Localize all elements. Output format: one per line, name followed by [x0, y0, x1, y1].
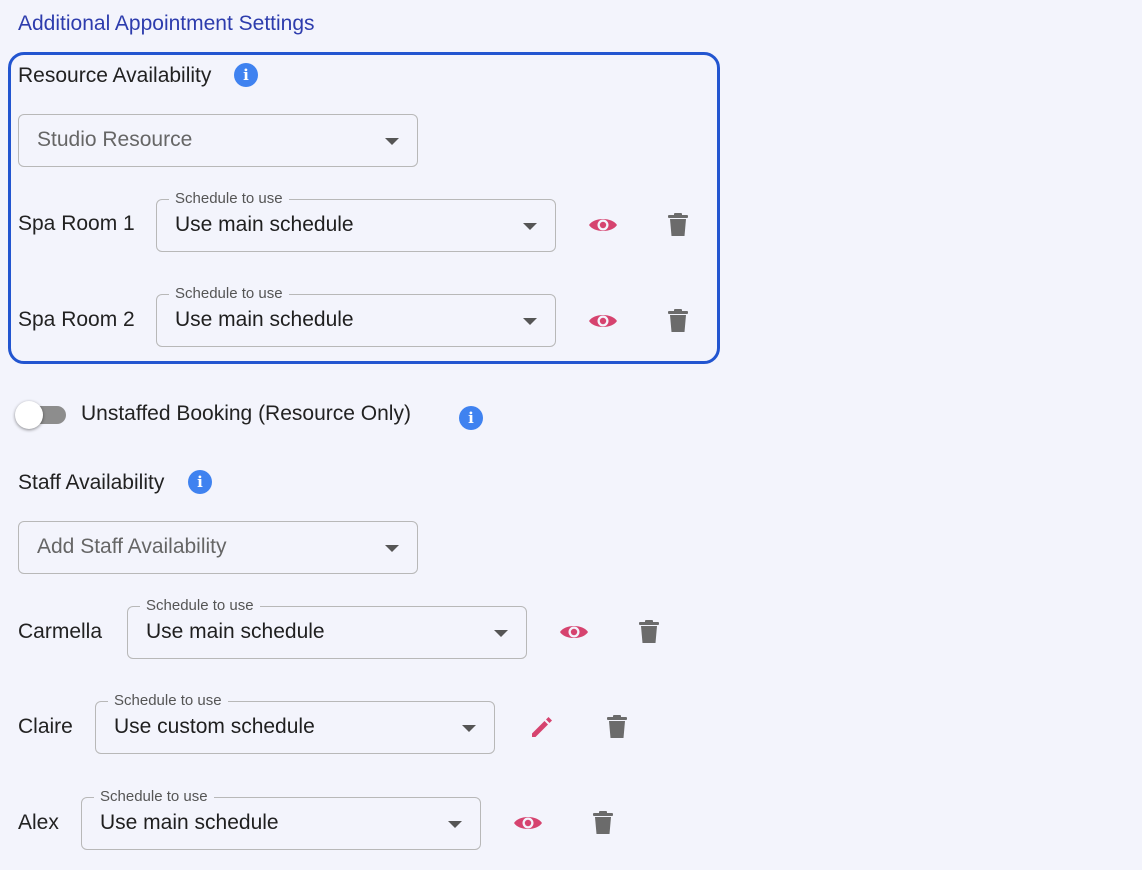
- schedule-select[interactable]: Schedule to use Use main schedule: [127, 597, 527, 659]
- staff-select-placeholder: Add Staff Availability: [37, 535, 227, 558]
- schedule-select-legend: Schedule to use: [108, 692, 228, 710]
- caret-down-icon: [462, 725, 476, 732]
- info-icon[interactable]: i: [188, 470, 212, 494]
- info-icon[interactable]: i: [234, 63, 258, 87]
- schedule-select[interactable]: Schedule to use Use custom schedule: [95, 692, 495, 754]
- resource-select[interactable]: Studio Resource: [18, 114, 418, 167]
- trash-icon[interactable]: [633, 616, 665, 648]
- section-title: Additional Appointment Settings: [18, 12, 315, 35]
- resource-row-name: Spa Room 1: [18, 212, 135, 235]
- trash-icon[interactable]: [587, 807, 619, 839]
- schedule-select[interactable]: Schedule to use Use main schedule: [156, 190, 556, 252]
- caret-down-icon: [523, 318, 537, 325]
- schedule-select-value: Use main schedule: [146, 620, 325, 643]
- caret-down-icon: [523, 223, 537, 230]
- schedule-select-legend: Schedule to use: [94, 788, 214, 806]
- staff-availability-label: Staff Availability: [18, 471, 165, 494]
- schedule-select-legend: Schedule to use: [169, 285, 289, 303]
- caret-down-icon: [494, 630, 508, 637]
- resource-availability-label: Resource Availability: [18, 64, 212, 87]
- staff-row-name: Alex: [18, 811, 59, 834]
- eye-icon[interactable]: [587, 209, 619, 241]
- schedule-select-value: Use main schedule: [175, 308, 354, 331]
- schedule-select-value: Use main schedule: [175, 213, 354, 236]
- schedule-select-value: Use custom schedule: [114, 715, 315, 738]
- schedule-select[interactable]: Schedule to use Use main schedule: [81, 788, 481, 850]
- staff-row-name: Carmella: [18, 620, 103, 643]
- caret-down-icon: [448, 821, 462, 828]
- info-icon[interactable]: i: [459, 406, 483, 430]
- caret-down-icon: [385, 545, 399, 552]
- eye-icon[interactable]: [558, 616, 590, 648]
- unstaffed-booking-label: Unstaffed Booking (Resource Only): [81, 402, 411, 425]
- eye-icon[interactable]: [512, 807, 544, 839]
- eye-icon[interactable]: [587, 305, 619, 337]
- pencil-icon[interactable]: [526, 711, 558, 743]
- schedule-select-value: Use main schedule: [100, 811, 279, 834]
- staff-select[interactable]: Add Staff Availability: [18, 521, 418, 574]
- schedule-select-legend: Schedule to use: [169, 190, 289, 208]
- trash-icon[interactable]: [662, 209, 694, 241]
- resource-select-value: Studio Resource: [37, 128, 193, 151]
- trash-icon[interactable]: [662, 305, 694, 337]
- schedule-select[interactable]: Schedule to use Use main schedule: [156, 285, 556, 347]
- staff-row-name: Claire: [18, 715, 73, 738]
- caret-down-icon: [385, 138, 399, 145]
- schedule-select-legend: Schedule to use: [140, 597, 260, 615]
- toggle-knob[interactable]: [15, 401, 43, 429]
- resource-row-name: Spa Room 2: [18, 308, 135, 331]
- trash-icon[interactable]: [601, 711, 633, 743]
